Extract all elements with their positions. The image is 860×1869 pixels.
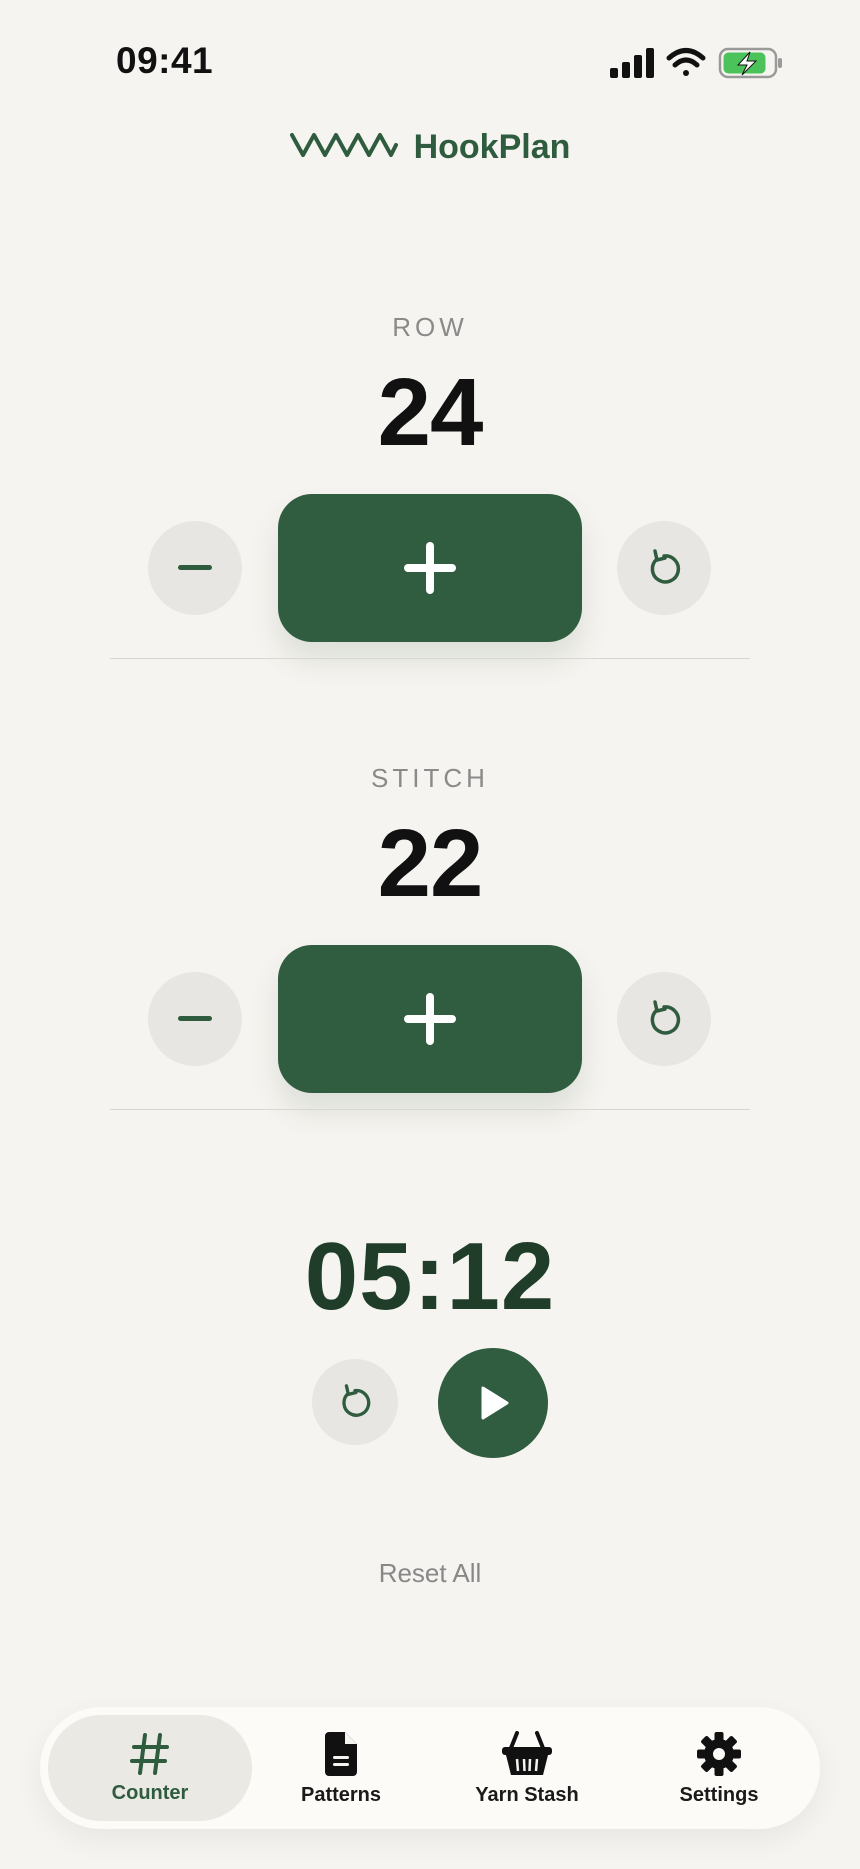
app-name: HookPlan (413, 128, 571, 166)
plus-icon (404, 542, 456, 594)
reset-all-button[interactable]: Reset All (0, 1558, 860, 1589)
stitch-counter-label: STITCH (371, 763, 489, 793)
timer-reset-button[interactable] (312, 1359, 398, 1445)
document-icon (325, 1731, 357, 1776)
tab-settings[interactable]: Settings (626, 1715, 812, 1821)
divider (110, 658, 750, 659)
tab-yarn-stash[interactable]: Yarn Stash (430, 1715, 624, 1821)
tab-counter[interactable]: Counter (48, 1715, 252, 1821)
status-time: 09:41 (116, 40, 214, 81)
tab-label: Counter (111, 1781, 189, 1804)
row-counter-label: ROW (392, 312, 468, 342)
tab-patterns[interactable]: Patterns (254, 1715, 428, 1821)
battery-charging-icon (718, 47, 782, 79)
row-increment-button[interactable] (278, 494, 582, 642)
gear-icon (697, 1731, 741, 1776)
minus-icon (178, 565, 212, 570)
timer-play-button[interactable] (438, 1348, 548, 1458)
stitch-reset-button[interactable] (617, 972, 711, 1066)
app-header: HookPlan (0, 128, 860, 167)
hash-icon (130, 1732, 169, 1775)
wifi-icon (666, 48, 706, 76)
reset-icon (342, 1384, 371, 1417)
tab-label: Settings (679, 1783, 759, 1806)
row-decrement-button[interactable] (148, 521, 242, 615)
tab-label: Patterns (300, 1783, 382, 1806)
stitch-counter-value: 22 (377, 810, 484, 917)
tab-bar: Counter Patterns Yarn Stash Settings (40, 1707, 820, 1829)
timer-display: 05:12 (304, 1223, 556, 1330)
stitch-increment-button[interactable] (278, 945, 582, 1093)
play-icon (481, 1386, 509, 1420)
reset-icon (650, 549, 681, 584)
minus-icon (178, 1016, 212, 1021)
reset-icon (650, 1000, 681, 1035)
row-counter-value: 24 (377, 359, 484, 466)
basket-icon (502, 1730, 552, 1775)
divider (110, 1109, 750, 1110)
signal-icon (610, 48, 654, 78)
stitch-decrement-button[interactable] (148, 972, 242, 1066)
status-icons (606, 44, 786, 84)
row-reset-button[interactable] (617, 521, 711, 615)
plus-icon (404, 993, 456, 1045)
zigzag-stitch-icon (289, 132, 398, 163)
tab-label: Yarn Stash (475, 1783, 579, 1806)
